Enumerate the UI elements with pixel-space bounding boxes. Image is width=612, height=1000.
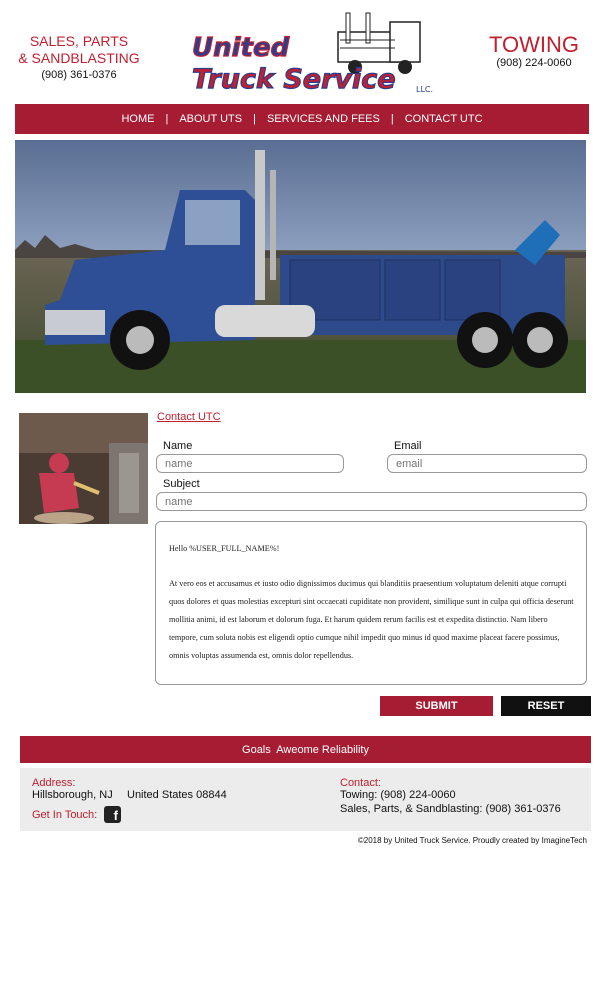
towing-contact-block: TOWING (908) 224-0060 [482,32,586,70]
nav-about[interactable]: ABOUT UTS [168,113,253,125]
nav-home[interactable]: HOME [110,113,165,125]
reset-button[interactable]: RESET [501,696,591,716]
address-label: Address: [32,777,76,789]
logo-word-united: United [192,33,290,63]
address-city: Hillsborough, NJ [32,789,113,801]
email-input[interactable] [387,454,587,473]
sandblasting-photo [19,413,148,524]
goals-banner: Goals Aweome Reliability [20,736,591,763]
name-input[interactable] [156,454,344,473]
contact-label: Contact: [340,777,381,789]
nav-contact[interactable]: CONTACT UTC [394,113,494,125]
sales-phone-footer[interactable]: Sales, Parts, & Sandblasting: (908) 361-… [340,803,561,815]
goals-banner-text: Goals Aweome Reliability [242,743,369,756]
sales-heading-line1: SALES, PARTS [29,33,129,49]
get-in-touch-label: Get In Touch: [32,809,98,821]
submit-button[interactable]: SUBMIT [380,696,493,716]
footer-info-box: Address: Hillsborough, NJ United States … [20,768,591,831]
logo-llc: LLC. [416,85,433,94]
towing-heading: TOWING [488,32,580,57]
company-logo[interactable]: United Truck Service LLC. [190,10,442,96]
sales-heading-line2: & SANDBLASTING [18,50,140,66]
address-country: United States 08844 [127,789,227,801]
logo-word-truck-service: Truck Service [192,64,396,95]
subject-label: Subject [163,478,200,490]
nav-services[interactable]: SERVICES AND FEES [256,113,391,125]
main-nav: HOME | ABOUT UTS | SERVICES AND FEES | C… [15,104,589,134]
message-greeting: Hello %USER_FULL_NAME%! [169,544,280,553]
towing-phone-footer[interactable]: Towing: (908) 224-0060 [340,789,456,801]
subject-input[interactable] [156,492,587,511]
sales-contact-block: SALES, PARTS & SANDBLASTING (908) 361-03… [14,33,144,81]
sales-phone[interactable]: (908) 361-0376 [14,69,144,81]
message-textarea[interactable]: Hello %USER_FULL_NAME%! At vero eos et a… [155,521,587,685]
message-body: At vero eos et accusamus et iusto odio d… [169,579,574,660]
towing-phone[interactable]: (908) 224-0060 [482,57,586,69]
name-label: Name [163,440,193,452]
facebook-icon[interactable]: f [104,806,121,823]
contact-form-title: Contact UTC [157,411,221,423]
hero-truck-photo [15,140,586,393]
copyright-text: ©2018 by United Truck Service. Proudly c… [357,836,587,845]
email-label: Email [394,440,422,452]
